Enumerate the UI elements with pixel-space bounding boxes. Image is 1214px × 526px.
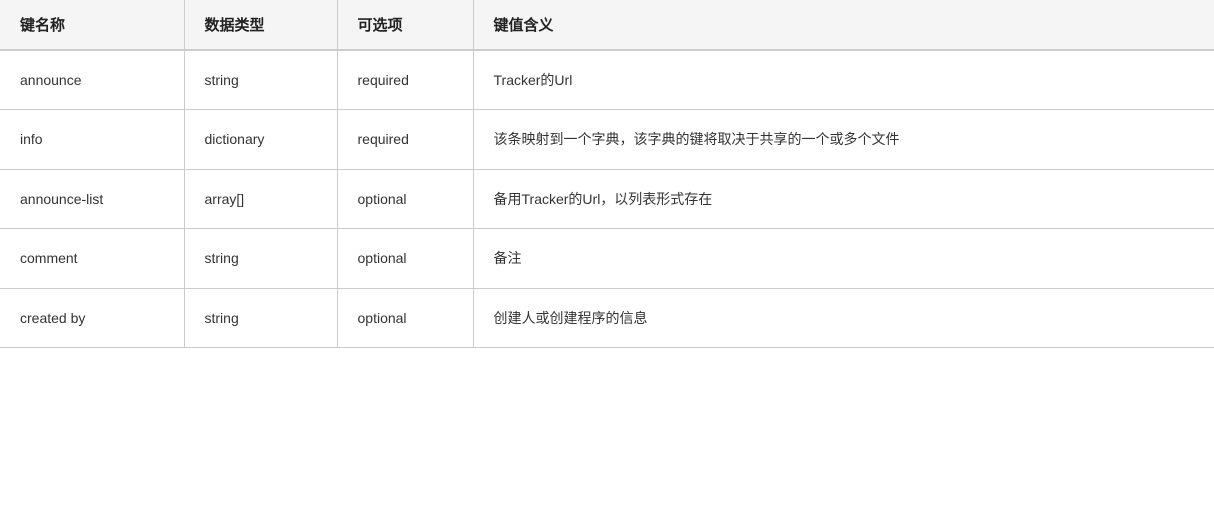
table-row: created by string optional 创建人或创建程序的信息 bbox=[0, 288, 1214, 347]
row-2-meaning: 备用Tracker的Url，以列表形式存在 bbox=[473, 169, 1214, 228]
row-2-key: announce-list bbox=[0, 169, 184, 228]
table-row: info dictionary required 该条映射到一个字典，该字典的键… bbox=[0, 110, 1214, 169]
row-3-type: string bbox=[184, 229, 337, 288]
row-3-optional: optional bbox=[337, 229, 473, 288]
row-4-key: created by bbox=[0, 288, 184, 347]
header-key-name: 键名称 bbox=[0, 0, 184, 50]
header-meaning: 键值含义 bbox=[473, 0, 1214, 50]
table-header-row: 键名称 数据类型 可选项 键值含义 bbox=[0, 0, 1214, 50]
table-row: comment string optional 备注 bbox=[0, 229, 1214, 288]
row-1-type: dictionary bbox=[184, 110, 337, 169]
row-4-type: string bbox=[184, 288, 337, 347]
table-row: announce-list array[] optional 备用Tracker… bbox=[0, 169, 1214, 228]
row-2-optional: optional bbox=[337, 169, 473, 228]
main-table: 键名称 数据类型 可选项 键值含义 announce string requir… bbox=[0, 0, 1214, 348]
row-0-type: string bbox=[184, 50, 337, 110]
header-optional: 可选项 bbox=[337, 0, 473, 50]
row-0-optional: required bbox=[337, 50, 473, 110]
header-data-type: 数据类型 bbox=[184, 0, 337, 50]
row-4-meaning: 创建人或创建程序的信息 bbox=[473, 288, 1214, 347]
table-row: announce string required Tracker的Url bbox=[0, 50, 1214, 110]
row-1-meaning: 该条映射到一个字典，该字典的键将取决于共享的一个或多个文件 bbox=[473, 110, 1214, 169]
row-1-key: info bbox=[0, 110, 184, 169]
row-1-optional: required bbox=[337, 110, 473, 169]
row-3-key: comment bbox=[0, 229, 184, 288]
row-2-type: array[] bbox=[184, 169, 337, 228]
row-0-meaning: Tracker的Url bbox=[473, 50, 1214, 110]
row-0-key: announce bbox=[0, 50, 184, 110]
row-3-meaning: 备注 bbox=[473, 229, 1214, 288]
row-4-optional: optional bbox=[337, 288, 473, 347]
